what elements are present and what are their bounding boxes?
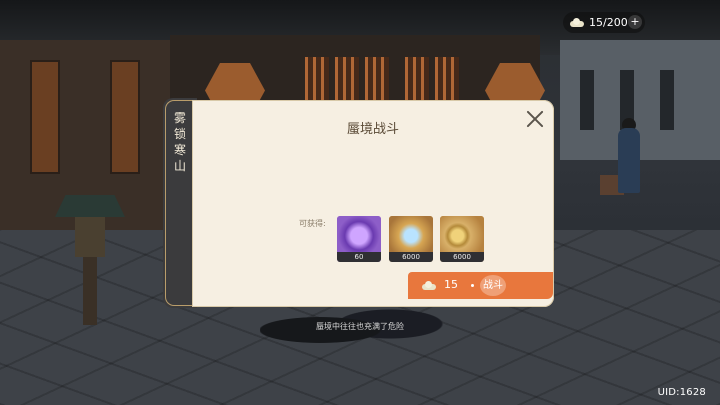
gold-coins-icon (440, 216, 484, 252)
cloud-icon (570, 18, 584, 27)
lantern-post (83, 257, 97, 325)
right-window (660, 70, 674, 130)
purple-vortex-orb-icon (337, 216, 381, 252)
reward-quantity: 6000 (389, 252, 433, 262)
separator-dot (471, 284, 474, 287)
battle-button[interactable]: 15 战斗 (408, 272, 553, 299)
add-stamina-button[interactable]: + (628, 15, 642, 29)
right-building (560, 40, 720, 160)
close-icon[interactable] (524, 108, 546, 130)
left-window (110, 60, 140, 174)
left-window (30, 60, 60, 174)
stamina-counter: 15/200 + (563, 12, 645, 33)
battle-dialog: 蜃境战斗 可获得: 60 6000 6000 15 战斗 (192, 100, 554, 307)
dialog-title: 蜃境战斗 (346, 122, 399, 137)
hint-text: 蜃境中往往也充满了危险 (316, 322, 404, 331)
reward-item[interactable]: 6000 (440, 216, 484, 262)
crystal-mountain-icon (389, 216, 433, 252)
reward-quantity: 60 (337, 252, 381, 262)
stamina-value: 15/200 (589, 16, 628, 29)
stamina-cost: 15 (444, 278, 458, 291)
right-window (580, 70, 594, 130)
battle-button-label: 战斗 (480, 275, 506, 296)
reward-quantity: 6000 (440, 252, 484, 262)
reward-item[interactable]: 60 (337, 216, 381, 262)
npc-figure (618, 128, 640, 193)
reward-label: 可获得: (299, 219, 326, 228)
cloud-icon (422, 281, 436, 290)
lantern-body (75, 217, 105, 257)
lantern-cap (55, 195, 125, 217)
uid-label: UID:1628 (657, 387, 706, 398)
reward-item[interactable]: 6000 (389, 216, 433, 262)
stone-lantern (55, 195, 125, 325)
